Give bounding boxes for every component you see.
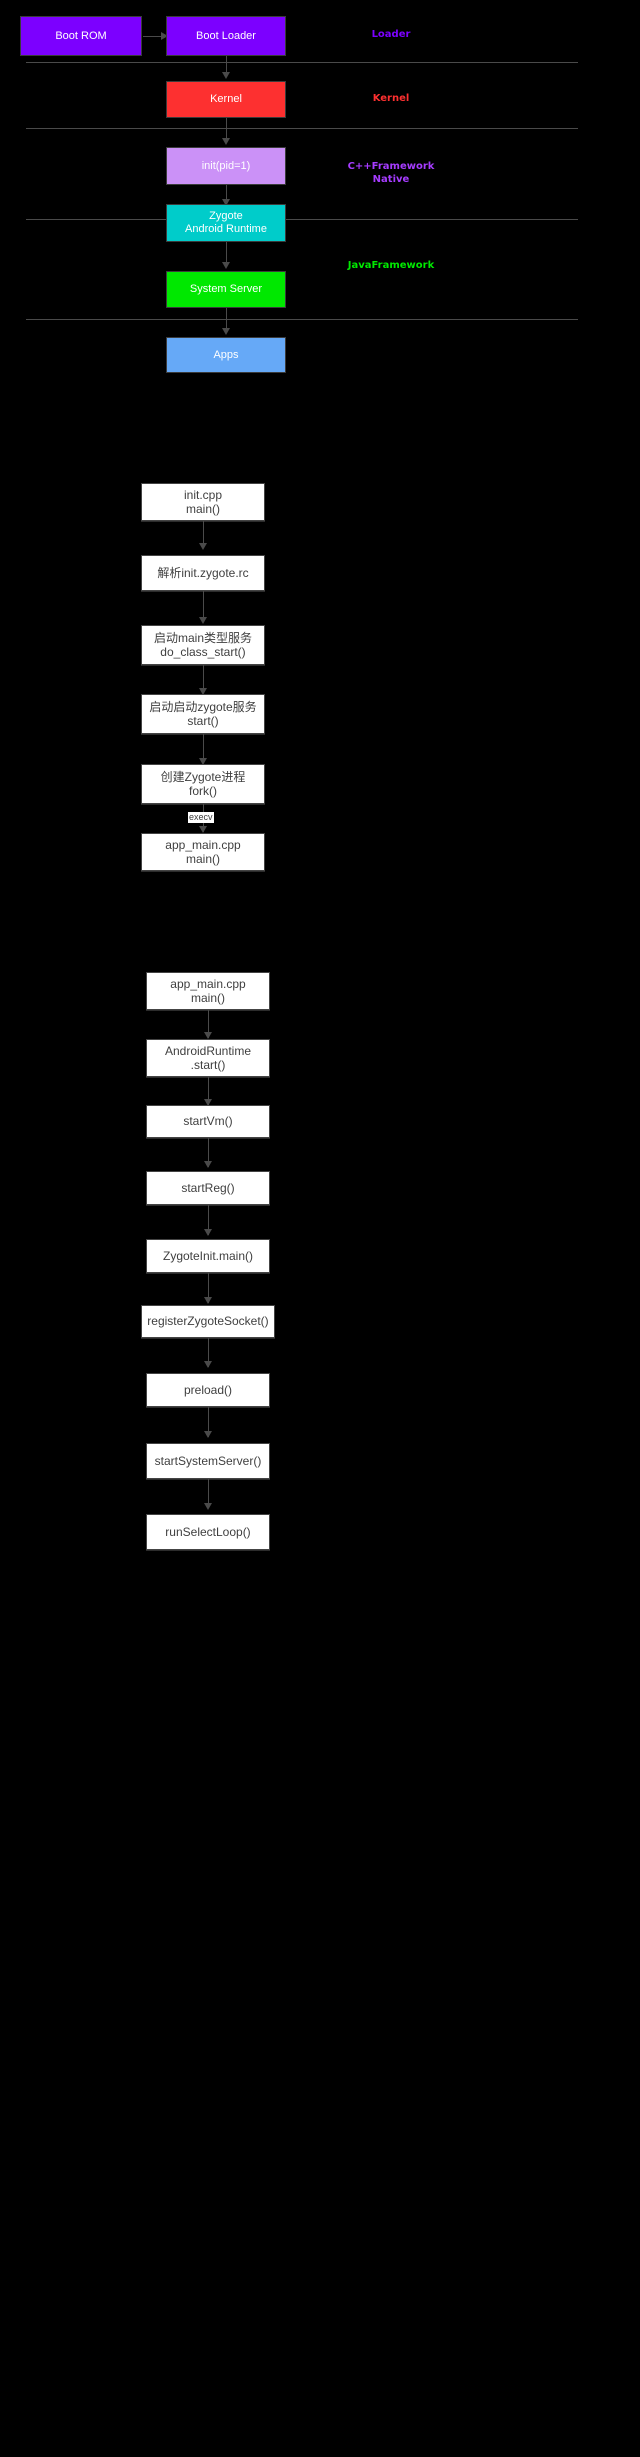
- node-start-reg[interactable]: startReg(): [146, 1171, 270, 1205]
- arrow-head-registersocket-to-preload: [204, 1361, 212, 1368]
- diagram-zygote-startup-flow: app_main.cpp main() AndroidRuntime .star…: [0, 0, 640, 2457]
- arrow-head-startvm-to-startreg: [204, 1161, 212, 1168]
- node-label: runSelectLoop(): [165, 1524, 251, 1539]
- node-label: ZygoteInit.main(): [162, 1248, 254, 1263]
- node-label: preload(): [183, 1382, 233, 1397]
- node-zygote-init-main[interactable]: ZygoteInit.main(): [146, 1239, 270, 1273]
- arrow-head-zygoteinit-to-registersocket: [204, 1297, 212, 1304]
- node-label: registerZygoteSocket(): [147, 1314, 269, 1329]
- node-register-zygote-socket[interactable]: registerZygoteSocket(): [141, 1305, 275, 1338]
- node-android-runtime-start[interactable]: AndroidRuntime .start(): [146, 1039, 270, 1077]
- arrow-head-startreg-to-zygoteinit: [204, 1229, 212, 1236]
- node-start-vm[interactable]: startVm(): [146, 1105, 270, 1138]
- node-label: startSystemServer(): [154, 1453, 262, 1468]
- node-run-select-loop[interactable]: runSelectLoop(): [146, 1514, 270, 1550]
- arrow-head-appmain-to-androidruntime: [204, 1032, 212, 1039]
- node-preload[interactable]: preload(): [146, 1373, 270, 1407]
- arrow-head-preload-to-startsystemserver: [204, 1431, 212, 1438]
- node-start-system-server[interactable]: startSystemServer(): [146, 1443, 270, 1479]
- arrow-head-startsystemserver-to-runselectloop: [204, 1503, 212, 1510]
- node-label: AndroidRuntime .start(): [164, 1043, 252, 1072]
- node-label: startReg(): [181, 1180, 235, 1195]
- node-app-main-cpp-2[interactable]: app_main.cpp main(): [146, 972, 270, 1010]
- node-label: app_main.cpp main(): [170, 976, 246, 1005]
- node-label: startVm(): [183, 1114, 233, 1129]
